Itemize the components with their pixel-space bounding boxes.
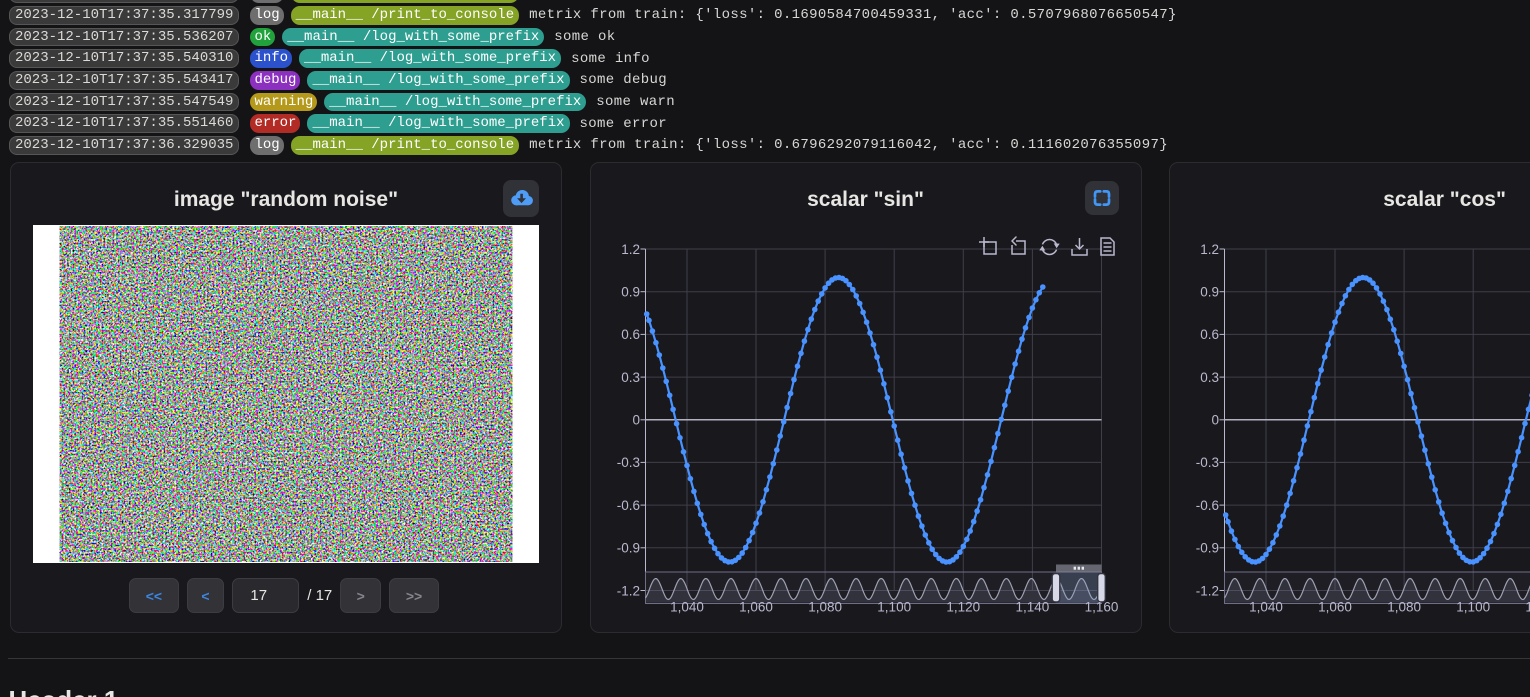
svg-text:0.9: 0.9 (1200, 284, 1219, 299)
svg-text:0.9: 0.9 (621, 284, 640, 299)
svg-text:0.6: 0.6 (621, 327, 640, 342)
svg-text:1,140: 1,140 (1015, 599, 1049, 614)
svg-text:-0.6: -0.6 (616, 497, 639, 512)
svg-text:0.3: 0.3 (1200, 369, 1219, 384)
svg-text:1,120: 1,120 (946, 599, 980, 614)
svg-text:-0.3: -0.3 (616, 455, 639, 470)
svg-text:0: 0 (1211, 412, 1219, 427)
svg-text:-1.2: -1.2 (616, 583, 639, 598)
svg-text:1,100: 1,100 (877, 599, 911, 614)
svg-text:1,060: 1,060 (739, 599, 773, 614)
svg-text:1,120: 1,120 (1525, 599, 1530, 614)
svg-text:0.3: 0.3 (621, 369, 640, 384)
svg-text:1,080: 1,080 (1387, 599, 1421, 614)
svg-text:1,100: 1,100 (1456, 599, 1490, 614)
svg-text:1.2: 1.2 (621, 241, 640, 256)
svg-text:1,080: 1,080 (808, 599, 842, 614)
svg-text:-1.2: -1.2 (1195, 583, 1218, 598)
svg-text:1,060: 1,060 (1318, 599, 1352, 614)
svg-text:1.2: 1.2 (1200, 241, 1219, 256)
svg-text:-0.9: -0.9 (616, 540, 639, 555)
svg-text:0: 0 (632, 412, 640, 427)
svg-text:-0.3: -0.3 (1195, 455, 1218, 470)
svg-text:0.6: 0.6 (1200, 327, 1219, 342)
svg-text:-0.6: -0.6 (1195, 497, 1218, 512)
svg-text:1,040: 1,040 (1249, 599, 1283, 614)
svg-text:-0.9: -0.9 (1195, 540, 1218, 555)
svg-text:1,160: 1,160 (1084, 599, 1118, 614)
svg-text:1,040: 1,040 (670, 599, 704, 614)
